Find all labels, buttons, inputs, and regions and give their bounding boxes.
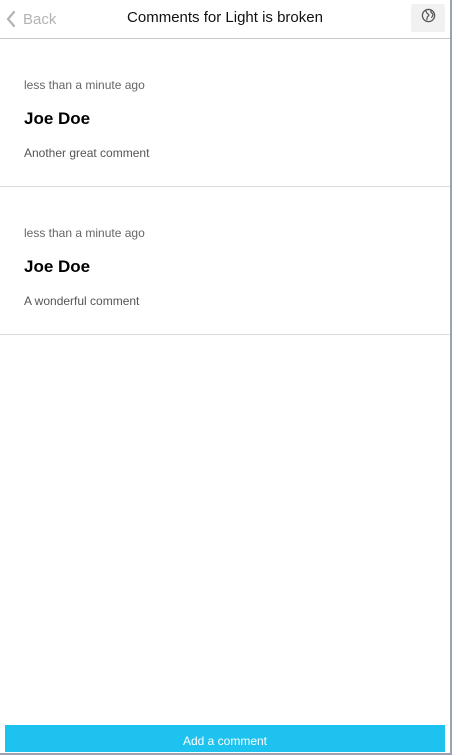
app-window: Back Comments for Light is broken less t…: [0, 0, 452, 755]
back-button[interactable]: Back: [6, 7, 56, 31]
comment-list: less than a minute ago Joe Doe Another g…: [0, 39, 450, 335]
back-label: Back: [23, 10, 57, 28]
comment-author: Joe Doe: [24, 109, 91, 128]
comment-text: A wonderful comment: [24, 294, 140, 308]
comment-item: less than a minute ago Joe Doe A wonderf…: [0, 187, 450, 335]
globe-button[interactable]: [411, 4, 445, 32]
page-title: Comments for Light is broken: [127, 9, 323, 26]
chevron-left-icon: [6, 10, 16, 28]
comment-timestamp: less than a minute ago: [24, 226, 145, 240]
comment-timestamp: less than a minute ago: [24, 78, 145, 92]
nav-bar: Back Comments for Light is broken: [0, 0, 450, 39]
comment-item: less than a minute ago Joe Doe Another g…: [0, 39, 450, 187]
comment-text: Another great comment: [24, 146, 150, 160]
comment-author: Joe Doe: [24, 257, 91, 276]
add-comment-button[interactable]: Add a comment: [5, 725, 445, 752]
globe-icon: [421, 8, 436, 28]
